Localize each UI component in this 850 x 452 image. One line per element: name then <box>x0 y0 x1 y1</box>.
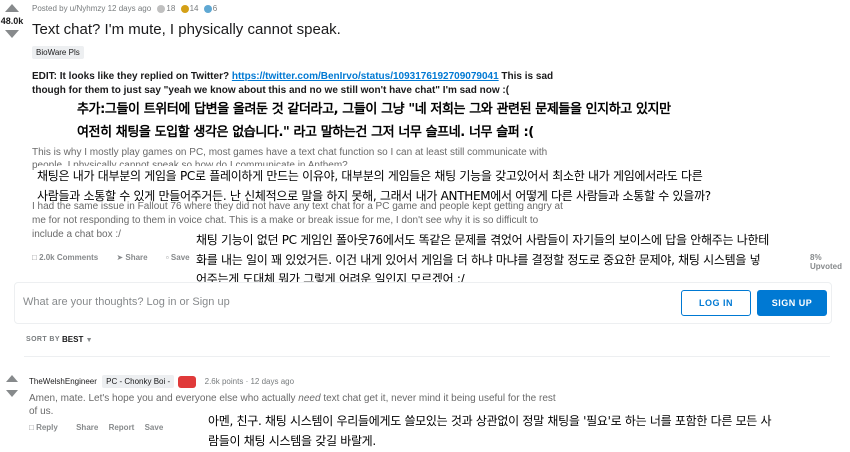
comments-button[interactable]: □ 2.0k Comments <box>32 253 106 262</box>
gold-award-icon[interactable] <box>180 4 189 13</box>
comment-points: 2.6k points <box>204 377 244 387</box>
upvoted-percent: 8% Upvoted <box>810 253 842 271</box>
comment-downvote-icon[interactable] <box>6 390 18 397</box>
comment-author[interactable]: TheWelshEngineer <box>29 377 97 386</box>
post-flair[interactable]: BioWare Pls <box>32 46 84 59</box>
comment-reply-button[interactable]: □ Reply <box>29 423 66 432</box>
signup-button[interactable]: SIGN UP <box>757 290 827 316</box>
comment-age: 12 days ago <box>250 377 295 387</box>
korean-translation-para2-line1: 채팅 기능이 없던 PC 게임인 폴아웃76에서도 똑같은 문제를 겪었어 사람… <box>196 230 769 250</box>
comment-save-button[interactable]: Save <box>145 423 164 432</box>
post-body-para1-line1: This is why I mostly play games on PC, m… <box>32 147 548 158</box>
post-meta: Posted by u/Nyhmzy 12 days ago 18 14 6 <box>32 4 217 13</box>
edit-text-line2: though for them to just say "yeah we kno… <box>32 85 510 96</box>
share-button[interactable]: ➤ Share <box>116 253 155 262</box>
silver-award-count: 18 <box>166 4 176 13</box>
sort-label: SORT BY <box>26 336 60 343</box>
comment-share-button[interactable]: Share <box>76 423 98 432</box>
login-button[interactable]: LOG IN <box>681 290 751 316</box>
platinum-award-count: 6 <box>212 4 218 13</box>
comment-meta: TheWelshEngineer PC - Chonky Boi - 2.6k … <box>29 375 295 389</box>
silver-award-icon[interactable] <box>157 4 166 13</box>
chonky-boi-icon <box>178 376 197 388</box>
korean-translation-comment-line1: 아멘, 친구. 채팅 시스템이 우리들에게도 쓸모있는 것과 상관없이 정말 채… <box>208 411 772 431</box>
korean-translation-comment-line2: 람들이 채팅 시스템을 갖길 바랄게. <box>208 431 376 451</box>
upvote-icon[interactable] <box>5 4 19 12</box>
comment-vote <box>6 375 18 382</box>
korean-translation-para1-line1: 채팅은 내가 대부분의 게임을 PC로 플레이하게 만드는 이유야, 대부분의 … <box>37 166 703 186</box>
korean-translation-para2-line2: 화를 내는 일이 꽤 있었거든. 이건 내게 있어서 게임을 더 하냐 마냐를 … <box>196 250 761 270</box>
divider <box>24 356 830 357</box>
save-button[interactable]: ▫ Save <box>166 253 198 262</box>
comment-text-line1: Amen, mate. Let's hope you and everyone … <box>29 393 556 404</box>
chevron-down-icon: ▼ <box>85 337 93 344</box>
edit-text: EDIT: It looks like they replied on Twit… <box>32 71 554 82</box>
platinum-award-icon[interactable] <box>203 4 212 13</box>
post-score: 48.0k <box>0 16 24 26</box>
post-body-para2-line2: me for not responding to them in voice c… <box>32 215 539 226</box>
comment-flair: PC - Chonky Boi - <box>102 375 175 389</box>
comment-text-line2: of us. <box>29 406 54 417</box>
post-body-para2-line3: include a chat box :/ <box>32 229 121 240</box>
comment-upvote-icon[interactable] <box>6 375 18 382</box>
posted-by[interactable]: Posted by u/Nyhmzy 12 days ago <box>32 4 151 13</box>
gold-award-count: 14 <box>189 4 199 13</box>
comment-actions: □ Reply Share Report Save <box>29 423 171 432</box>
korean-translation-edit-line1: 추가:그들이 트위터에 답변을 올려둔 것 같더라고, 그들이 그냥 "네 저희… <box>77 99 671 121</box>
post-body-para2-line1: I had the same issue in Fallout 76 where… <box>32 201 563 212</box>
comment-input[interactable]: What are your thoughts? Log in or Sign u… <box>23 296 230 308</box>
comment-box: What are your thoughts? Log in or Sign u… <box>14 282 832 324</box>
comment-report-button[interactable]: Report <box>109 423 135 432</box>
vote-column: 48.0k <box>0 4 24 38</box>
sort-dropdown[interactable]: BEST ▼ <box>62 335 93 344</box>
post-title[interactable]: Text chat? I'm mute, I physically cannot… <box>32 21 341 38</box>
twitter-link[interactable]: https://twitter.com/BenIrvo/status/10931… <box>232 71 499 82</box>
post-actions: □ 2.0k Comments ➤ Share ▫ Save <box>32 253 206 262</box>
korean-translation-edit-line2: 여전히 채팅을 도입할 생각은 없습니다." 라고 말하는건 그저 너무 슬프네… <box>77 122 534 144</box>
downvote-icon[interactable] <box>5 30 19 38</box>
